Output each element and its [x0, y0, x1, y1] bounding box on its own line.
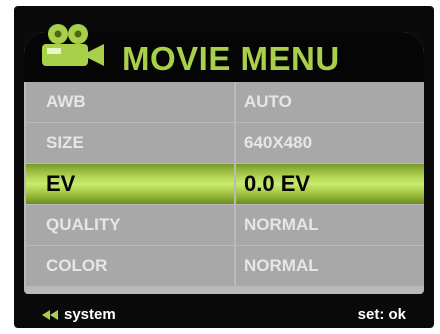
- menu-title: MOVIE MENU: [122, 40, 340, 77]
- menu-list: AWB AUTO SIZE 640X480 EV 0.0 EV QUALITY …: [26, 82, 424, 287]
- menu-item-value: 640X480: [236, 123, 424, 163]
- menu-item-size[interactable]: SIZE 640X480: [26, 123, 424, 163]
- back-to-system[interactable]: system: [42, 306, 116, 323]
- menu-item-value: NORMAL: [236, 246, 424, 286]
- menu-item-value: NORMAL: [236, 205, 424, 245]
- menu-item-label: COLOR: [26, 246, 234, 286]
- menu-item-color[interactable]: COLOR NORMAL: [26, 246, 424, 286]
- menu-item-label: AWB: [26, 82, 234, 122]
- menu-item-label: QUALITY: [26, 205, 234, 245]
- camera-screen: MOVIE MENU AWB AUTO SIZE 640X480 EV 0.0 …: [14, 6, 434, 328]
- menu-item-awb[interactable]: AWB AUTO: [26, 82, 424, 122]
- menu-item-label: SIZE: [26, 123, 234, 163]
- menu-item-value: AUTO: [236, 82, 424, 122]
- back-label: system: [64, 306, 116, 323]
- menu-item-quality[interactable]: QUALITY NORMAL: [26, 205, 424, 245]
- set-ok-hint: set: ok: [357, 306, 406, 323]
- movie-camera-icon: [42, 24, 104, 66]
- menu-item-ev[interactable]: EV 0.0 EV: [26, 164, 424, 204]
- menu-item-value: 0.0 EV: [236, 164, 424, 204]
- menu-item-label: EV: [26, 164, 234, 204]
- double-left-arrow-icon: [42, 309, 58, 320]
